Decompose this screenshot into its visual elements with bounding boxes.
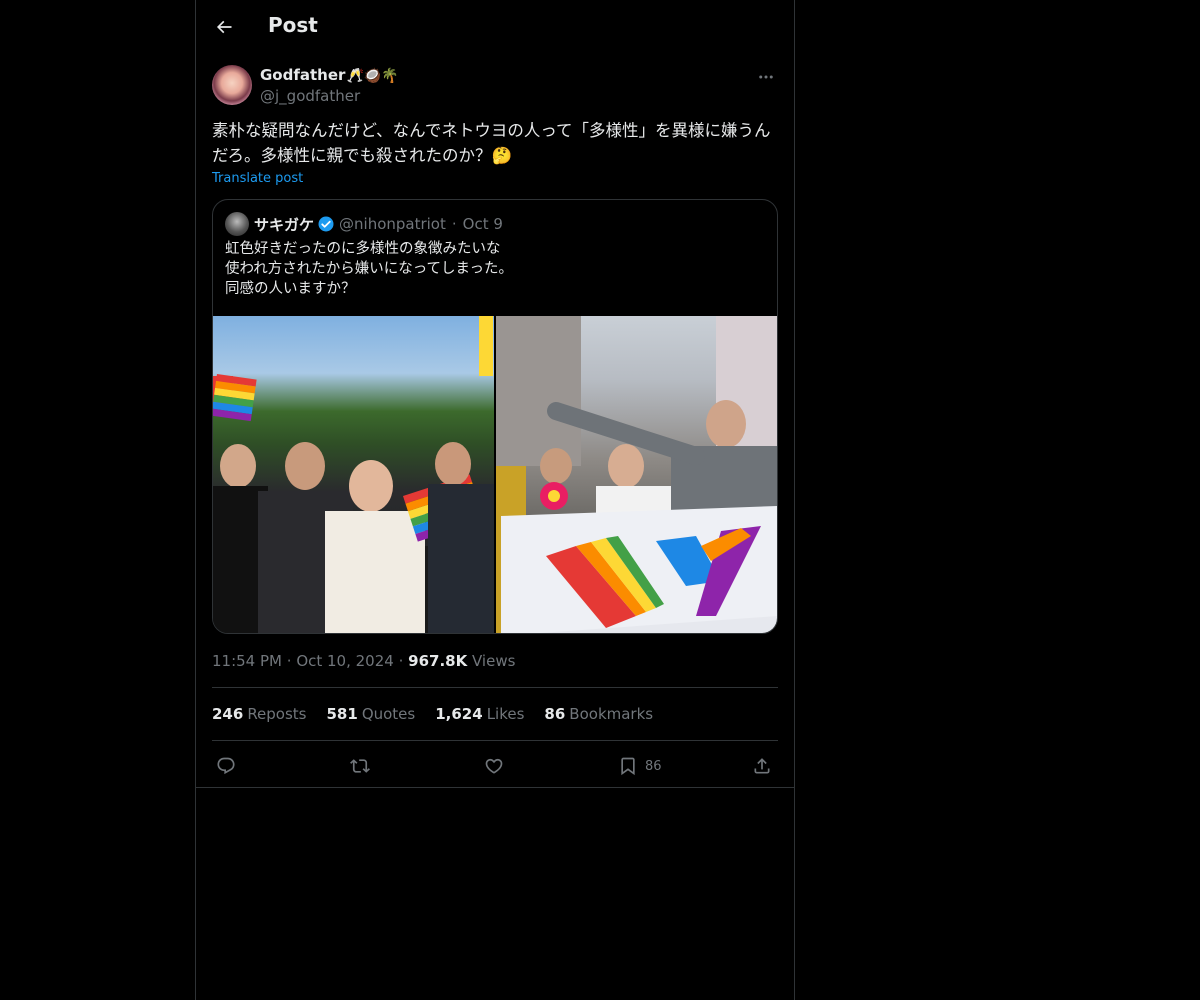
author-name-emojis: 🥂🥥🌴 [346,68,399,84]
repost-icon [350,759,370,773]
photo-right-art [496,316,777,633]
quoted-post-header: サキガケ @nihonpatriot · Oct 9 [225,212,503,236]
reposts-label: Reposts [247,705,307,723]
more-dots-icon [759,75,773,79]
quotes-stat[interactable]: 581 Quotes [327,705,416,723]
rainbow-flag-graphic [213,374,257,422]
photo-left[interactable] [213,316,494,633]
separator-dot: · [451,215,457,233]
reposts-stat[interactable]: 246 Reposts [212,705,307,723]
page-title: Post [268,13,318,37]
reply-button[interactable] [216,754,236,778]
heart-icon [485,758,503,774]
quotes-count: 581 [326,705,358,723]
separator-dot: · [286,652,297,670]
post-column: Post Godfather🥂🥥🌴 @j_godfather 素朴な疑問なんだけ… [195,0,795,1000]
quoted-author-handle: @nihonpatriot [339,215,446,233]
share-icon [754,758,770,774]
views-count: 967.8K [408,652,468,670]
translate-post-link[interactable]: Translate post [212,171,303,186]
post-date[interactable]: Oct 10, 2024 [296,652,394,670]
repost-button[interactable] [350,754,370,778]
header: Post [196,0,794,54]
quoted-date: Oct 9 [462,215,503,233]
separator-dot: · [398,652,409,670]
quoted-author-name[interactable]: サキガケ [254,214,314,235]
likes-label: Likes [486,705,525,723]
post-bottom-border [196,787,794,788]
bookmark-button[interactable]: 86 [618,754,662,778]
bookmark-count: 86 [645,758,662,774]
quoted-media [213,316,777,633]
likes-stat[interactable]: 1,624 Likes [435,705,524,723]
author-handle[interactable]: @j_godfather [260,87,360,105]
author-name-row[interactable]: Godfather🥂🥥🌴 [260,66,399,84]
like-button[interactable] [484,754,504,778]
quoted-post-text: 虹色好きだったのに多様性の象徴みたいな 使われ方されたから嫌いになってしまった。… [225,241,513,297]
quoted-avatar[interactable] [225,212,249,236]
bookmarks-label: Bookmarks [569,705,654,723]
action-bar: 86 [212,752,778,780]
back-button[interactable] [208,11,240,43]
more-options-button[interactable] [754,65,778,89]
photo-left-art [213,316,494,633]
reposts-count: 246 [212,705,244,723]
bookmarks-count: 86 [544,705,566,723]
post-text: 素朴な疑問なんだけど、なんでネトウヨの人って「多様性」を異様に嫌うんだろ。多様性… [212,121,771,165]
post-author: Godfather🥂🥥🌴 @j_godfather [212,65,778,107]
share-button[interactable] [752,754,772,778]
author-name: Godfather [260,66,346,84]
post-meta: 11:54 PM · Oct 10, 2024 · 967.8K Views [212,652,515,670]
reply-icon [217,757,235,775]
arrow-left-icon [216,20,232,34]
likes-count: 1,624 [435,705,483,723]
photo-right[interactable] [496,316,777,633]
bookmarks-stat[interactable]: 86 Bookmarks [544,705,653,723]
verified-badge-icon [318,216,334,232]
quoted-post[interactable]: サキガケ @nihonpatriot · Oct 9 虹色好きだったのに多様性の… [212,199,778,634]
engagement-stats: 246 Reposts 581 Quotes 1,624 Likes 86 Bookma… [212,705,653,723]
quotes-label: Quotes [361,705,416,723]
divider [212,687,778,688]
avatar[interactable] [212,65,252,105]
bookmark-icon [621,757,635,776]
post-time[interactable]: 11:54 PM [212,652,282,670]
divider [212,740,778,741]
views-label: Views [472,652,516,670]
